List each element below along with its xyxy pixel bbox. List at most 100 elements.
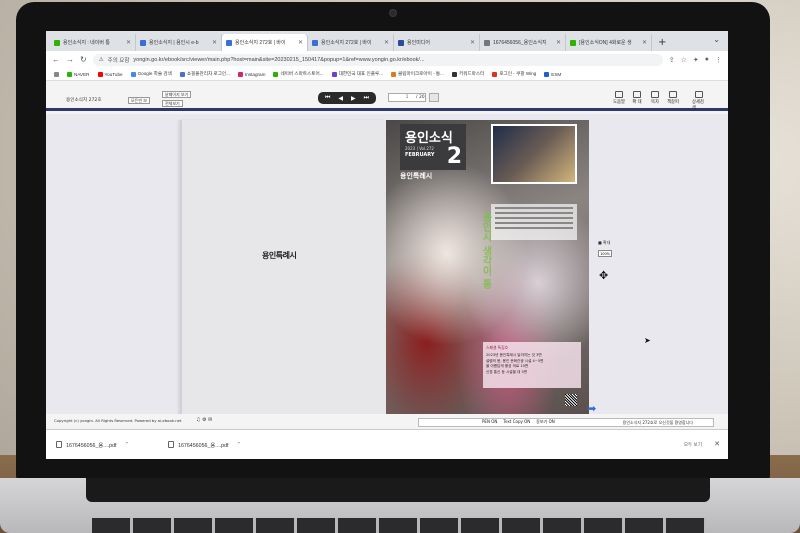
prev-page-icon[interactable]: ◀ xyxy=(338,95,343,102)
close-icon[interactable]: ✕ xyxy=(556,39,561,46)
new-tab-button[interactable]: + xyxy=(652,35,672,51)
ebook-toolbar: 용인소식지 272호 모든빈 보 낱페이지 보기 전체보기 ⏮ ◀ ▶ ⏭ 1 … xyxy=(46,81,728,111)
bookmark-label: 네이버 스마트스토어... xyxy=(280,71,324,76)
bookmark-item[interactable]: 클립마이크로아이 - 통... xyxy=(391,71,444,77)
left-page[interactable]: 용인특례시 xyxy=(180,120,386,416)
bookmark-label: ESM xyxy=(551,71,562,77)
bookmark-favicon-icon xyxy=(451,71,457,77)
bookmark-item[interactable]: 쇼핑몰관리자 로그인... xyxy=(179,71,230,77)
chevron-up-icon[interactable]: ⌃ xyxy=(237,442,241,448)
ebook-title: 용인소식지 272호 xyxy=(66,98,102,103)
spread-view-button[interactable]: 전체보기 xyxy=(162,100,183,107)
browser-tab[interactable]: 용인소식지 | 용인시 e-b ✕ xyxy=(136,34,222,51)
magazine-brand: 용인특례시 xyxy=(400,172,433,180)
magazine-number: 2 xyxy=(446,144,462,169)
bookmark-item[interactable]: Google 학술 검색 xyxy=(130,71,172,77)
download-item[interactable]: 1676456056_용....pdf ⌃ xyxy=(56,441,156,449)
search-button[interactable]: 상세검색 xyxy=(692,91,706,111)
ebook-stage: 용인특례시 용인소식 2023 | Vol.272 FEBRUARY 2 용인특… xyxy=(46,114,728,416)
bookmark-apps[interactable] xyxy=(54,71,59,77)
text-copy-toggle[interactable]: Text Copy ON xyxy=(503,419,530,425)
insecure-label[interactable]: 주의 요함 xyxy=(108,56,130,64)
close-icon[interactable]: ✕ xyxy=(298,39,303,46)
browser-toolbar: ← → ↻ ⚠ 주의 요함 yongin.go.kr/ebook/src/vie… xyxy=(46,51,728,68)
bookmark-item[interactable]: 네이버 스마트스토어... xyxy=(273,71,324,77)
bookmark-label: 클립마이크로아이 - 통... xyxy=(398,71,444,76)
bookmark-item[interactable]: NAVER xyxy=(67,71,90,77)
close-icon[interactable]: ✕ xyxy=(470,39,475,46)
close-icon[interactable]: ✕ xyxy=(642,39,647,46)
full-view-button[interactable]: 모든빈 보 xyxy=(128,97,150,104)
single-page-button[interactable]: 낱페이지 보기 xyxy=(162,91,192,98)
bookmark-item[interactable]: Instagram xyxy=(238,71,265,77)
browser-tab[interactable]: 용인미디어 ✕ xyxy=(394,34,480,51)
reload-icon[interactable]: ↻ xyxy=(80,55,87,64)
extensions-icon[interactable]: ✦ xyxy=(693,56,699,64)
tab-favicon-icon xyxy=(54,39,60,46)
side-zoom-label[interactable]: ■ 확대 xyxy=(598,240,610,246)
bookmark-favicon-icon xyxy=(331,71,337,77)
cover-vertical-text: 용인시 생각이 통 xyxy=(480,212,491,289)
profile-icon[interactable]: ● xyxy=(705,56,709,63)
address-bar[interactable]: ⚠ 주의 요함 yongin.go.kr/ebook/src/viewer/ma… xyxy=(92,53,663,66)
chevron-up-icon[interactable]: ⌃ xyxy=(125,442,129,448)
tab-search-icon[interactable]: ⌄ xyxy=(713,35,720,44)
share-icon[interactable]: ⇪ xyxy=(669,56,675,64)
browser-tab[interactable]: 용인소식지 272호 | 바이 ✕ xyxy=(308,34,394,51)
close-icon[interactable]: ✕ xyxy=(126,39,131,46)
tab-favicon-icon xyxy=(484,39,490,46)
footer-icons[interactable]: ♫ ⚙ ✉ xyxy=(196,417,212,423)
bookmark-item[interactable]: YouTube xyxy=(97,71,123,77)
help-button[interactable]: 도움말 xyxy=(612,91,626,105)
forward-icon[interactable]: → xyxy=(66,55,74,64)
close-icon[interactable]: ✕ xyxy=(212,39,217,46)
pen-toggle[interactable]: PEN ON xyxy=(482,419,497,425)
help-icon xyxy=(615,91,623,98)
side-zoom-value[interactable]: 100% xyxy=(598,250,612,257)
last-page-icon[interactable]: ⏭ xyxy=(364,94,369,102)
next-page-icon[interactable]: ▶ xyxy=(351,95,356,102)
bookmark-item[interactable]: 키워드마스터 xyxy=(451,71,484,77)
tab-title: 용인소식지 : 네이버 통 xyxy=(63,40,110,46)
tab-title: 용인소식지 | 용인시 e-b xyxy=(149,40,199,46)
bookmark-favicon-icon xyxy=(179,71,185,77)
cover-page[interactable]: 용인소식 2023 | Vol.272 FEBRUARY 2 용인특례시 용인시… xyxy=(386,120,589,416)
star-icon[interactable]: ☆ xyxy=(681,56,687,64)
first-page-icon[interactable]: ⏮ xyxy=(325,94,330,102)
pdf-file-icon xyxy=(168,441,174,448)
close-icon[interactable]: ✕ xyxy=(384,39,389,46)
search-icon xyxy=(695,91,703,98)
bookmark-favicon-icon xyxy=(544,71,550,77)
bookmark-button[interactable]: 책갈피 xyxy=(666,91,680,105)
browser-tab[interactable]: [용인소식ON] 4화로운 생 ✕ xyxy=(566,34,652,51)
magazine-month: FEBRUARY xyxy=(405,152,435,158)
browser-tab[interactable]: 용인소식지 : 네이버 통 ✕ xyxy=(50,34,136,51)
bookmark-item[interactable]: 대한민국 대표 인플루... xyxy=(331,71,383,77)
qr-code xyxy=(565,394,577,406)
tool-label: 확 대 xyxy=(632,100,642,105)
menu-icon[interactable]: ⋮ xyxy=(715,56,722,64)
browser-tab[interactable]: 1676456056_용인소식지 ✕ xyxy=(480,34,566,51)
screen: 용인소식지 : 네이버 통 ✕ 용인소식지 | 용인시 e-b ✕ 용인소식지 27… xyxy=(46,31,728,459)
browser-tab-active[interactable]: 용인소식지 272호 | 바이 ✕ xyxy=(222,34,308,51)
show-all-downloads[interactable]: 모두 보기 xyxy=(684,442,702,448)
move-icon[interactable]: ✥ xyxy=(599,269,608,282)
laptop-hinge xyxy=(86,478,710,502)
tool-label: 상세검색 xyxy=(692,100,704,111)
back-icon[interactable]: ← xyxy=(52,55,60,64)
tab-favicon-icon xyxy=(226,39,232,46)
close-icon[interactable]: ✕ xyxy=(714,440,720,448)
zoom-button[interactable]: 확 대 xyxy=(630,91,644,105)
url-text[interactable]: yongin.go.kr/ebook/src/viewer/main.php?h… xyxy=(133,57,424,63)
tab-title: 용인소식지 272호 | 바이 xyxy=(321,40,372,46)
download-item[interactable]: 1676456056_용....pdf ⌃ xyxy=(168,441,268,449)
downloads-bar: 1676456056_용....pdf ⌃ 1676456056_용....pd… xyxy=(46,429,728,459)
toc-button[interactable]: 목차 xyxy=(648,91,662,105)
bookmark-item[interactable]: ESM xyxy=(544,71,562,77)
magnifier-toggle[interactable]: 돋보기 ON xyxy=(536,419,554,425)
bookmark-favicon-icon xyxy=(130,71,136,77)
warning-icon[interactable]: ⚠ xyxy=(99,57,104,63)
go-button[interactable] xyxy=(429,93,439,102)
bookmark-favicon-icon xyxy=(238,71,243,77)
bookmark-item[interactable]: 로그인 - 쿠팡 Wing xyxy=(492,71,536,77)
